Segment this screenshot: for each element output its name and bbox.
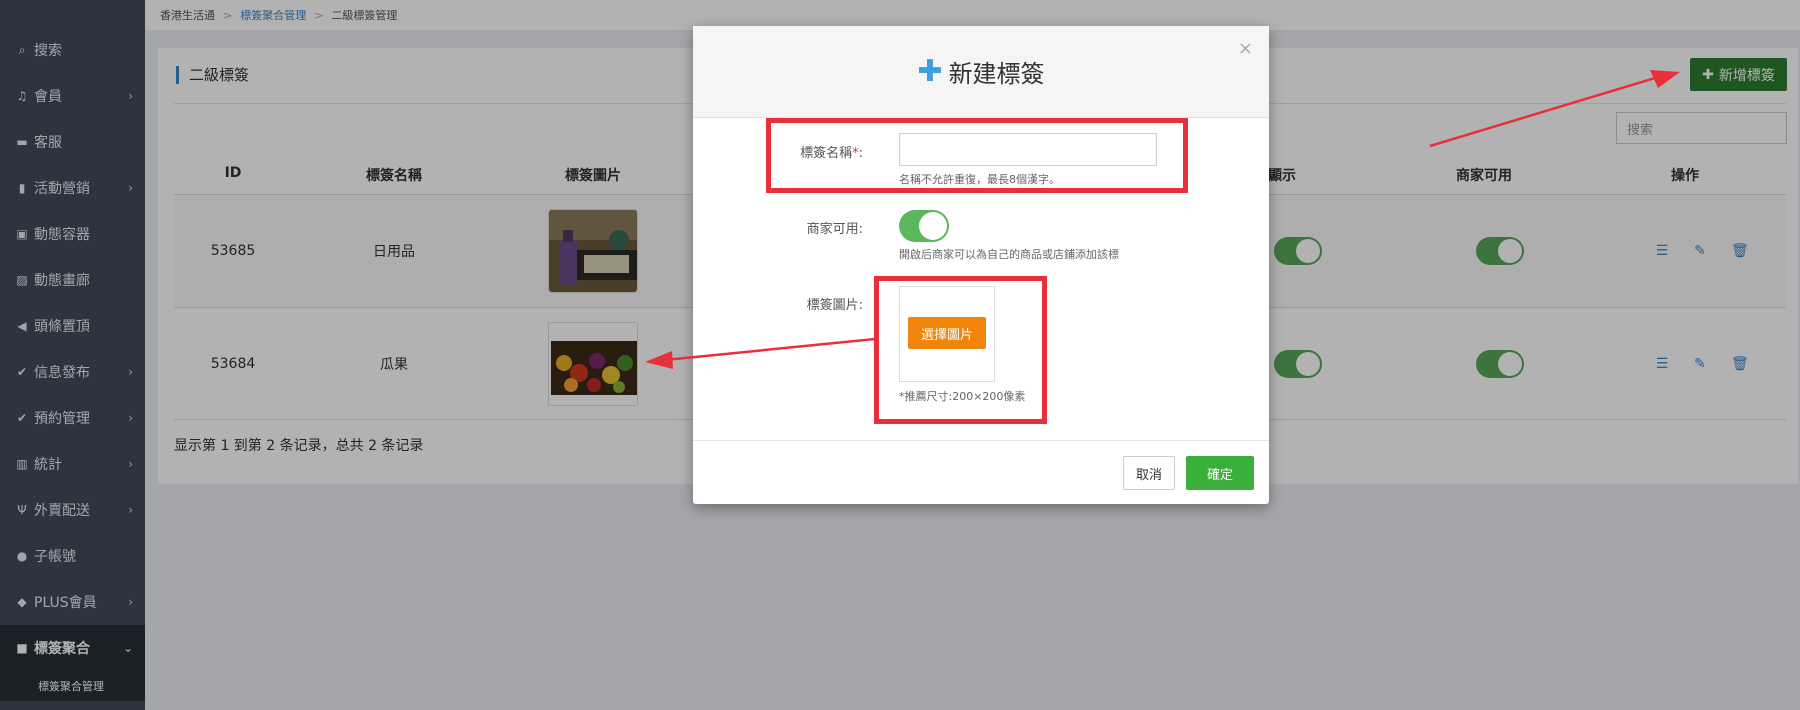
tag-name-help: 名稱不允許重復，最長8個漢字。: [899, 173, 1060, 186]
choose-image-button[interactable]: 選擇圖片: [908, 317, 986, 349]
tag-image-label: 標簽圖片:: [806, 298, 863, 313]
merchant-available-toggle[interactable]: [899, 210, 949, 242]
tag-name-input[interactable]: [899, 133, 1157, 166]
confirm-button[interactable]: 確定: [1186, 456, 1254, 490]
dialog-header: ✚ 新建標簽 ×: [693, 26, 1269, 118]
new-tag-dialog: ✚ 新建標簽 × 標簽名稱*: 名稱不允許重復，最長8個漢字。 商家可用: 開啟…: [693, 26, 1269, 504]
divider: [693, 440, 1269, 441]
image-upload-box: 選擇圖片: [899, 286, 995, 382]
plus-icon: ✚: [917, 54, 943, 89]
dialog-title: 新建標簽: [948, 60, 1045, 88]
merchant-available-help: 開啟后商家可以為自己的商品或店鋪添加該標: [899, 248, 1119, 261]
close-icon[interactable]: ×: [1238, 38, 1253, 59]
cancel-button[interactable]: 取消: [1123, 456, 1175, 490]
image-size-help: *推薦尺寸:200×200像素: [899, 390, 1026, 403]
merchant-available-label: 商家可用:: [806, 222, 863, 237]
tag-name-label: 標簽名稱*:: [800, 146, 863, 161]
